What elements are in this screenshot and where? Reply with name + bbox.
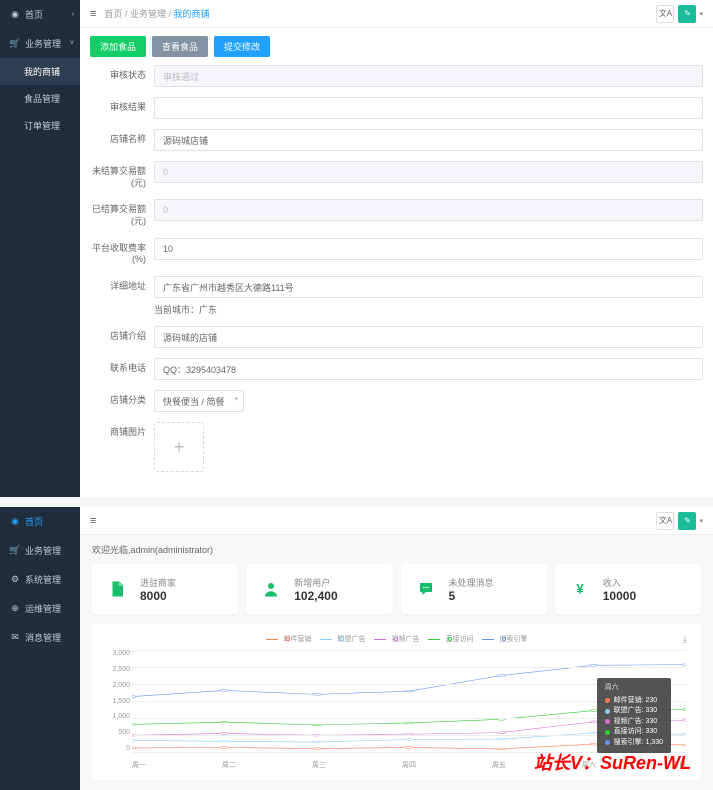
tel-input[interactable] [154, 358, 703, 380]
card-value: 10000 [603, 589, 636, 603]
label-status: 审核状态 [90, 65, 154, 82]
label-tel: 联系电话 [90, 358, 154, 375]
card-title: 收入 [603, 576, 636, 589]
sidebar: ◉首页›🛒业务管理˅我的商铺食品管理订单管理 [0, 0, 80, 497]
menu-toggle-icon[interactable]: ≡ [90, 8, 96, 20]
card-title: 未处理消息 [449, 576, 494, 589]
watermark: 站长V：SuRen-WL [534, 749, 691, 775]
nav-首页[interactable]: ◉首页 [0, 507, 80, 536]
legend-item[interactable]: 直接访问 [428, 634, 474, 644]
legend-item[interactable]: 视频广告 [374, 634, 420, 644]
result-input[interactable] [154, 97, 703, 119]
legend-item[interactable]: 联盟广告 [320, 634, 366, 644]
status-input [154, 65, 703, 87]
x-tick: 周四 [402, 760, 416, 770]
label-image: 商铺图片 [90, 422, 154, 439]
subnav-食品管理[interactable]: 食品管理 [0, 85, 80, 112]
chevron-icon: ˅ [70, 40, 74, 47]
label-rate: 平台收取费率(%) [90, 238, 154, 266]
x-tick: 周二 [222, 760, 236, 770]
card-value: 8000 [140, 589, 176, 603]
address-input[interactable] [154, 276, 703, 298]
nav-消息管理[interactable]: ✉消息管理 [0, 623, 80, 652]
label-result: 审核结果 [90, 97, 154, 114]
submit-button[interactable]: 提交修改 [214, 36, 270, 57]
gear-icon: ⚙ [10, 575, 20, 585]
subnav-订单管理[interactable]: 订单管理 [0, 112, 80, 139]
user-avatar[interactable]: ✎ [678, 5, 696, 23]
x-tick: 周一 [132, 760, 146, 770]
subnav-我的商铺[interactable]: 我的商铺 [0, 58, 80, 85]
chart-tooltip: 周六邮件营销: 230联盟广告: 330视频广告: 330直接访问: 330搜索… [597, 678, 671, 753]
download-icon[interactable]: ⤓ [683, 634, 687, 645]
stat-card: 进驻商家8000 [92, 564, 238, 614]
shop-form: 审核状态 审核结果 店铺名称 未结算交易额(元) 已结算交易额(元) 平台收取费… [80, 65, 713, 497]
doc-icon [102, 574, 132, 604]
address-note: 当前城市：广东 [154, 303, 703, 316]
user-avatar[interactable]: ✎ [678, 512, 696, 530]
dash-icon: ◉ [10, 10, 20, 20]
cart-icon: 🛒 [10, 39, 20, 49]
view-food-button[interactable]: 查看食品 [152, 36, 208, 57]
breadcrumb: 首页 / 业务管理 / 我的商铺 [104, 7, 209, 20]
label-settled: 已结算交易额(元) [90, 199, 154, 227]
nav-首页[interactable]: ◉首页› [0, 0, 80, 29]
chevron-down-icon[interactable]: ▾ [699, 10, 703, 18]
cart-icon: 🛒 [10, 546, 20, 556]
chat-icon [411, 574, 441, 604]
category-select[interactable] [154, 390, 244, 412]
chart-legend: 邮件营销 联盟广告 视频广告 直接访问 搜索引擎 [102, 634, 691, 644]
msg-icon: ✉ [10, 633, 20, 643]
card-value: 5 [449, 589, 494, 603]
label-category: 店铺分类 [90, 390, 154, 407]
svg-text:¥: ¥ [576, 582, 584, 597]
nav-业务管理[interactable]: 🛒业务管理 [0, 536, 80, 565]
y-axis: 3,0002,5002,0001,5001,0005000 [102, 650, 130, 752]
lang-button[interactable]: 文A [656, 5, 674, 23]
label-unsettled: 未结算交易额(元) [90, 161, 154, 189]
chevron-icon: › [72, 11, 74, 18]
stat-card: 未处理消息5 [401, 564, 547, 614]
user-icon [256, 574, 286, 604]
settled-input [154, 199, 703, 221]
chevron-down-icon[interactable]: ▾ [699, 517, 703, 525]
unsettled-input [154, 161, 703, 183]
shopname-input[interactable] [154, 129, 703, 151]
image-upload[interactable]: + [154, 422, 204, 472]
nav-运维管理[interactable]: ⊕运维管理 [0, 594, 80, 623]
nav-系统管理[interactable]: ⚙系统管理 [0, 565, 80, 594]
chevron-down-icon: ▾ [234, 395, 238, 403]
intro-input[interactable] [154, 326, 703, 348]
legend-item[interactable]: 邮件营销 [266, 634, 312, 644]
lang-button[interactable]: 文A [656, 512, 674, 530]
topbar: ≡ 文A ✎ ▾ [80, 507, 713, 535]
stat-card: 新增用户102,400 [246, 564, 392, 614]
card-title: 新增用户 [294, 576, 337, 589]
yen-icon: ¥ [565, 574, 595, 604]
menu-toggle-icon[interactable]: ≡ [90, 515, 96, 527]
rate-input[interactable] [154, 238, 703, 260]
stat-card: ¥ 收入10000 [555, 564, 701, 614]
label-address: 详细地址 [90, 276, 154, 293]
chart-panel: ⤓ 邮件营销 联盟广告 视频广告 直接访问 搜索引擎 3,0002,5002,0… [92, 624, 701, 780]
label-shopname: 店铺名称 [90, 129, 154, 146]
card-value: 102,400 [294, 589, 337, 603]
welcome-text: 欢迎光临,admin(administrator) [80, 535, 713, 564]
x-tick: 周五 [492, 760, 506, 770]
label-intro: 店铺介绍 [90, 326, 154, 343]
tool-icon: ⊕ [10, 604, 20, 614]
sidebar: ◉首页🛒业务管理⚙系统管理⊕运维管理✉消息管理 [0, 507, 80, 790]
x-tick: 周三 [312, 760, 326, 770]
topbar: ≡ 首页 / 业务管理 / 我的商铺 文A ✎ ▾ [80, 0, 713, 28]
legend-item[interactable]: 搜索引擎 [482, 634, 528, 644]
dash-icon: ◉ [10, 517, 20, 527]
card-title: 进驻商家 [140, 576, 176, 589]
add-food-button[interactable]: 添加食品 [90, 36, 146, 57]
nav-业务管理[interactable]: 🛒业务管理˅ [0, 29, 80, 58]
